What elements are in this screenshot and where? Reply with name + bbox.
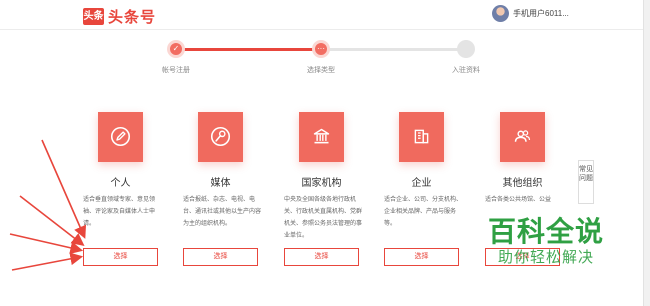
user-name[interactable]: 手机用户6011... bbox=[513, 8, 569, 19]
step-dot-select-type: ··· bbox=[312, 40, 330, 58]
annotation-arrow bbox=[19, 195, 85, 246]
card-title: 国家机构 bbox=[301, 178, 342, 189]
ellipsis-icon: ··· bbox=[317, 44, 325, 53]
card-description: 适合报纸、杂志、电视、电台、通讯社或其他以生产内容为主的组织机构。 bbox=[183, 197, 262, 227]
card-icon-tile bbox=[500, 112, 545, 162]
card-description: 中央及全国各级各地行政机关、行政机关直属机构、党群机关、参照公务员法管理的事业单… bbox=[284, 197, 363, 239]
card-description: 适合企业、公司、分支机构、企业相关品牌、产品与服务等。 bbox=[384, 197, 463, 227]
user-menu[interactable]: 手机用户6011... bbox=[492, 5, 569, 22]
office-building-icon bbox=[414, 129, 429, 144]
card-description: 适合垂直领域专家、意见领袖、评论家及自媒体人士申请。 bbox=[83, 197, 156, 227]
type-card-government: 国家机构 中央及全国各级各地行政机关、行政机关直属机构、党群机关、参照公务员法管… bbox=[284, 96, 366, 276]
step-label-account-registration: 帐号注册 bbox=[162, 67, 190, 74]
vertical-scrollbar[interactable] bbox=[643, 0, 650, 306]
step-label-select-type: 选择类型 bbox=[307, 67, 335, 74]
annotation-arrow bbox=[9, 233, 84, 255]
microphone-icon bbox=[210, 126, 231, 147]
watermark-subtitle: 助你轻松解决 bbox=[497, 249, 594, 266]
card-icon-tile bbox=[299, 112, 344, 162]
card-icon-tile bbox=[198, 112, 243, 162]
select-personal-button[interactable]: 选择 bbox=[83, 248, 158, 266]
step-dot-account-registration: ✓ bbox=[167, 40, 185, 58]
watermark: 百科全说 助你轻松解决 bbox=[476, 216, 616, 268]
step-connector-complete bbox=[176, 48, 321, 51]
select-enterprise-button[interactable]: 选择 bbox=[384, 248, 459, 266]
step-dot-profile-info bbox=[457, 40, 475, 58]
annotation-arrow bbox=[41, 139, 87, 239]
progress-steps: ✓ ··· 帐号注册 选择类型 入驻资料 bbox=[140, 38, 500, 78]
annotation-arrow bbox=[11, 252, 84, 271]
select-government-button[interactable]: 选择 bbox=[284, 248, 359, 266]
step-connector-pending bbox=[321, 48, 466, 51]
faq-side-tab[interactable]: 常见问题 bbox=[578, 160, 594, 204]
card-title: 其他组织 bbox=[502, 178, 543, 189]
group-icon bbox=[514, 130, 531, 142]
card-icon-tile bbox=[399, 112, 444, 162]
watermark-title: 百科全说 bbox=[487, 216, 604, 247]
avatar[interactable] bbox=[492, 5, 509, 22]
top-header: 头条 头条号 手机用户6011... bbox=[0, 0, 650, 30]
step-label-profile-info: 入驻资料 bbox=[452, 67, 480, 74]
card-icon-tile bbox=[98, 112, 143, 162]
card-title: 企业 bbox=[411, 178, 432, 189]
select-media-button[interactable]: 选择 bbox=[183, 248, 258, 266]
type-card-enterprise: 企业 适合企业、公司、分支机构、企业相关品牌、产品与服务等。 选择 bbox=[384, 96, 466, 276]
logo-badge: 头条 bbox=[83, 8, 104, 25]
type-card-media: 媒体 适合报纸、杂志、电视、电台、通讯社或其他以生产内容为主的组织机构。 选择 bbox=[183, 96, 265, 276]
logo-text: 头条号 bbox=[108, 9, 157, 26]
government-building-icon bbox=[313, 128, 330, 144]
toutiao-logo[interactable]: 头条 头条号 bbox=[83, 6, 156, 27]
card-title: 媒体 bbox=[210, 178, 231, 189]
check-icon: ✓ bbox=[172, 44, 180, 53]
type-card-personal: 个人 适合垂直领域专家、意见领袖、评论家及自媒体人士申请。 选择 bbox=[83, 96, 165, 276]
pencil-icon bbox=[110, 126, 131, 147]
card-title: 个人 bbox=[110, 178, 131, 189]
